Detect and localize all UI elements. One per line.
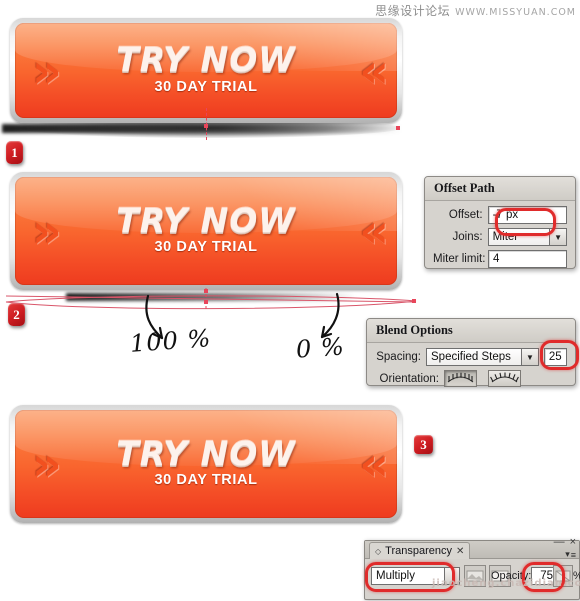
spacing-steps-input[interactable]: 25: [543, 348, 567, 366]
orientation-row: Orientation:: [375, 370, 567, 387]
chevron-down-icon[interactable]: ▼: [522, 348, 539, 366]
step-badge-1: 1: [6, 141, 23, 164]
button-content: » TRY NOW 30 DAY TRIAL «: [15, 177, 397, 285]
miter-limit-label: Miter limit:: [433, 253, 486, 265]
anchor-point-step1-center: [204, 124, 208, 128]
watermark-bottom: jiaocheng.chazidian.com: [432, 578, 580, 589]
offset-input[interactable]: -7 px: [487, 206, 567, 224]
offset-row: Offset: -7 px: [433, 206, 567, 224]
button-sub-label: 30 DAY TRIAL: [154, 239, 258, 256]
chevron-down-icon[interactable]: ▼: [550, 228, 567, 246]
spacing-row: Spacing: Specified Steps ▼ 25: [375, 348, 567, 366]
close-icon[interactable]: ✕: [456, 546, 464, 557]
watermark-url: WWW.MISSYUAN.COM: [455, 7, 576, 18]
spacing-label: Spacing:: [376, 351, 421, 363]
button-face: » TRY NOW 30 DAY TRIAL «: [15, 410, 397, 518]
watermark-chinese: 思缘设计论坛: [375, 4, 451, 18]
chevron-right-double-icon: »: [32, 437, 62, 491]
button-bezel: » TRY NOW 30 DAY TRIAL «: [10, 405, 402, 523]
transparency-panel[interactable]: ◇ Transparency ✕ — × ▾ ≡ Multiply Opacit…: [364, 536, 580, 600]
button-sub-label: 30 DAY TRIAL: [154, 472, 258, 489]
offset-path-dialog-title: Offset Path: [425, 177, 575, 201]
button-face: » TRY NOW 30 DAY TRIAL «: [15, 23, 397, 118]
try-now-button-step3[interactable]: » TRY NOW 30 DAY TRIAL «: [10, 405, 402, 523]
button-content: » TRY NOW 30 DAY TRIAL «: [15, 23, 397, 118]
button-face: » TRY NOW 30 DAY TRIAL «: [15, 177, 397, 285]
panel-handle-icon: ◇: [375, 546, 382, 556]
chevron-left-double-icon: «: [359, 204, 389, 258]
button-main-label: TRY NOW: [116, 200, 296, 240]
anchor-point-step1-right: [396, 126, 400, 130]
button-content: » TRY NOW 30 DAY TRIAL «: [15, 410, 397, 518]
blend-options-dialog-body: Spacing: Specified Steps ▼ 25 Orientatio…: [367, 343, 575, 394]
orientation-label: Orientation:: [379, 372, 439, 385]
miter-limit-row: Miter limit: 4: [433, 250, 567, 268]
transparency-tabbar: ◇ Transparency ✕ — × ▾ ≡: [365, 536, 579, 560]
step-badge-2-label: 2: [13, 306, 20, 322]
offset-path-dialog-body: Offset: -7 px Joins: Miter ▼ Miter limit…: [425, 201, 575, 275]
tab-transparency-label: Transparency: [385, 545, 452, 557]
button2-cast-shadow: [66, 293, 356, 301]
minimize-icon[interactable]: —: [554, 536, 565, 548]
step-badge-3-label: 3: [420, 436, 427, 452]
step-badge-2: 2: [8, 303, 25, 326]
annotation-100-percent: 100 %: [129, 324, 213, 358]
align-to-page-icon[interactable]: [444, 370, 477, 387]
spacing-select[interactable]: Specified Steps: [426, 348, 523, 366]
close-window-icon[interactable]: ×: [570, 536, 576, 548]
tab-transparency[interactable]: ◇ Transparency ✕: [369, 542, 471, 559]
joins-select[interactable]: Miter: [487, 228, 551, 246]
step-badge-1-label: 1: [11, 144, 18, 160]
button-sub-label: 30 DAY TRIAL: [154, 78, 258, 95]
watermark-top: 思缘设计论坛 WWW.MISSYUAN.COM: [375, 2, 576, 19]
chevron-right-double-icon: »: [32, 43, 62, 98]
annotation-0-percent: 0 %: [295, 332, 346, 364]
blend-options-dialog-title: Blend Options: [367, 319, 575, 343]
chevron-right-double-icon: »: [32, 204, 62, 258]
button-bezel: » TRY NOW 30 DAY TRIAL «: [10, 172, 402, 290]
chevron-left-double-icon: «: [359, 437, 389, 491]
miter-limit-input[interactable]: 4: [488, 250, 567, 268]
offset-path-dialog[interactable]: Offset Path Offset: -7 px Joins: Miter ▼…: [424, 176, 576, 269]
button-main-label: TRY NOW: [116, 433, 296, 473]
button-labels: TRY NOW 30 DAY TRIAL: [116, 433, 296, 489]
button-labels: TRY NOW 30 DAY TRIAL: [116, 200, 296, 256]
window-buttons: — ×: [554, 536, 576, 548]
button-main-label: TRY NOW: [116, 40, 296, 80]
offset-label: Offset:: [448, 209, 483, 221]
joins-row: Joins: Miter ▼: [433, 228, 567, 246]
anchor-point-c: [412, 299, 416, 303]
chevron-left-double-icon: «: [359, 43, 389, 98]
blend-options-dialog[interactable]: Blend Options Spacing: Specified Steps ▼…: [366, 318, 576, 387]
hamburger-menu-icon[interactable]: ≡: [571, 550, 576, 560]
button-labels: TRY NOW 30 DAY TRIAL: [116, 40, 296, 95]
try-now-button-step2[interactable]: » TRY NOW 30 DAY TRIAL «: [10, 172, 402, 290]
align-to-path-icon[interactable]: [488, 370, 521, 387]
joins-label: Joins:: [452, 231, 483, 243]
step-badge-3: 3: [414, 435, 433, 454]
